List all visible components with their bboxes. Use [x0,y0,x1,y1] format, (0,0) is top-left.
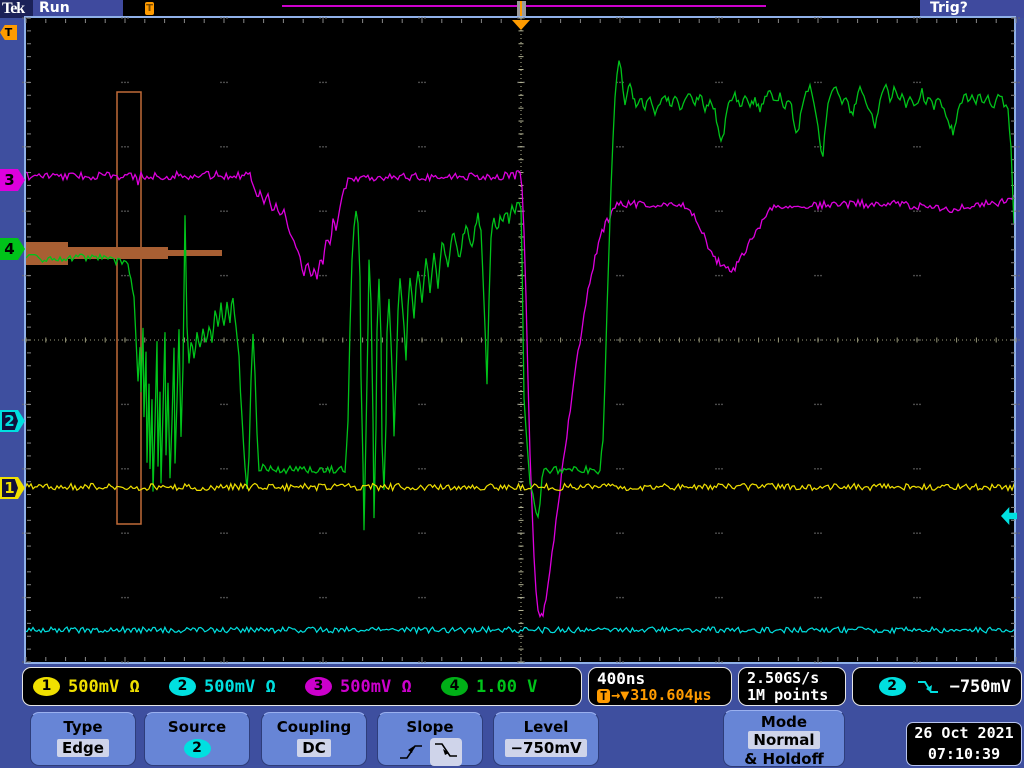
channel-3-marker[interactable]: 3 [0,169,25,191]
ch2-scale: 500mV Ω [204,676,276,697]
oscilloscope-screen: { "header": { "logo": "Tek", "acq_status… [0,0,1024,768]
slope-title: Slope [406,718,454,736]
trigger-delay-arrow-icon: →▼ [611,686,630,704]
time-value: 07:10:39 [927,745,1001,763]
source-value-badge: 2 [183,739,211,758]
ch3-readout: 3 500mV Ω [305,677,435,697]
sample-rate-value: 2.50GS/s [747,669,820,687]
channel-4-marker[interactable]: 4 [0,238,25,260]
trigger-level-value: −750mV [949,676,1011,697]
ch4-badge: 4 [441,677,468,696]
trigger-delay-value: 310.604µs [630,686,712,704]
record-trigger-position-marker [517,1,526,16]
trigger-t-marker[interactable]: T [0,25,17,40]
type-button[interactable]: Type Edge [30,712,136,766]
ch4-scale: 1.00 V [476,676,538,697]
ch1-scale: 500mV Ω [68,676,140,697]
ch4-readout: 4 1.00 V [441,677,571,697]
ch1-readout: 1 500mV Ω [33,677,163,697]
ch2-badge: 2 [169,677,196,696]
trigger-source-badge: 2 [878,677,906,696]
level-title: Level [523,718,569,736]
rising-edge-icon [400,745,422,759]
graticule-area [24,16,1016,664]
record-length-value: 1M points [747,686,829,704]
mode-value: Normal [748,731,820,749]
falling-edge-selected-icon [435,743,457,757]
record-view-strip: T [123,0,920,17]
source-button[interactable]: Source 2 [144,712,250,766]
sample-rate-readout: 2.50GS/s 1M points [738,667,846,706]
ch1-badge: 1 [33,677,60,696]
ch3-scale: 500mV Ω [340,676,412,697]
coupling-title: Coupling [276,718,352,736]
type-value: Edge [57,739,109,757]
ch2-readout: 2 500mV Ω [169,677,299,697]
level-button[interactable]: Level −750mV [493,712,599,766]
trigger-delay-readout: T →▼ 310.604µs [597,687,723,704]
trigger-delay-t-icon: T [597,688,611,703]
level-value: −750mV [505,739,587,757]
mode-title: Mode [760,713,808,731]
record-trigger-icon: T [145,2,154,15]
trigger-readout: 2 −750mV [852,667,1022,706]
mode-value2: & Holdoff [744,750,824,768]
timebase-value: 400ns [597,669,646,688]
falling-edge-icon [917,680,938,693]
coupling-button[interactable]: Coupling DC [261,712,367,766]
tek-logo: Tek [2,0,25,17]
channel-1-marker[interactable]: 1 [0,477,25,499]
ch3-badge: 3 [305,677,332,696]
slope-selected-highlight [430,738,462,766]
channel-readouts: 1 500mV Ω 2 500mV Ω 3 500mV Ω 4 1.00 V [22,667,582,706]
source-title: Source [167,718,227,736]
timebase-readout: 400ns T →▼ 310.604µs [588,667,732,706]
datetime-display: 26 Oct 2021 07:10:39 [906,722,1022,766]
channel-2-marker[interactable]: 2 [0,410,25,432]
mode-button[interactable]: Mode Normal & Holdoff [723,710,845,768]
type-title: Type [63,718,103,736]
slope-button[interactable]: Slope [377,712,483,766]
coupling-value: DC [297,739,331,757]
date-value: 26 Oct 2021 [914,724,1014,742]
